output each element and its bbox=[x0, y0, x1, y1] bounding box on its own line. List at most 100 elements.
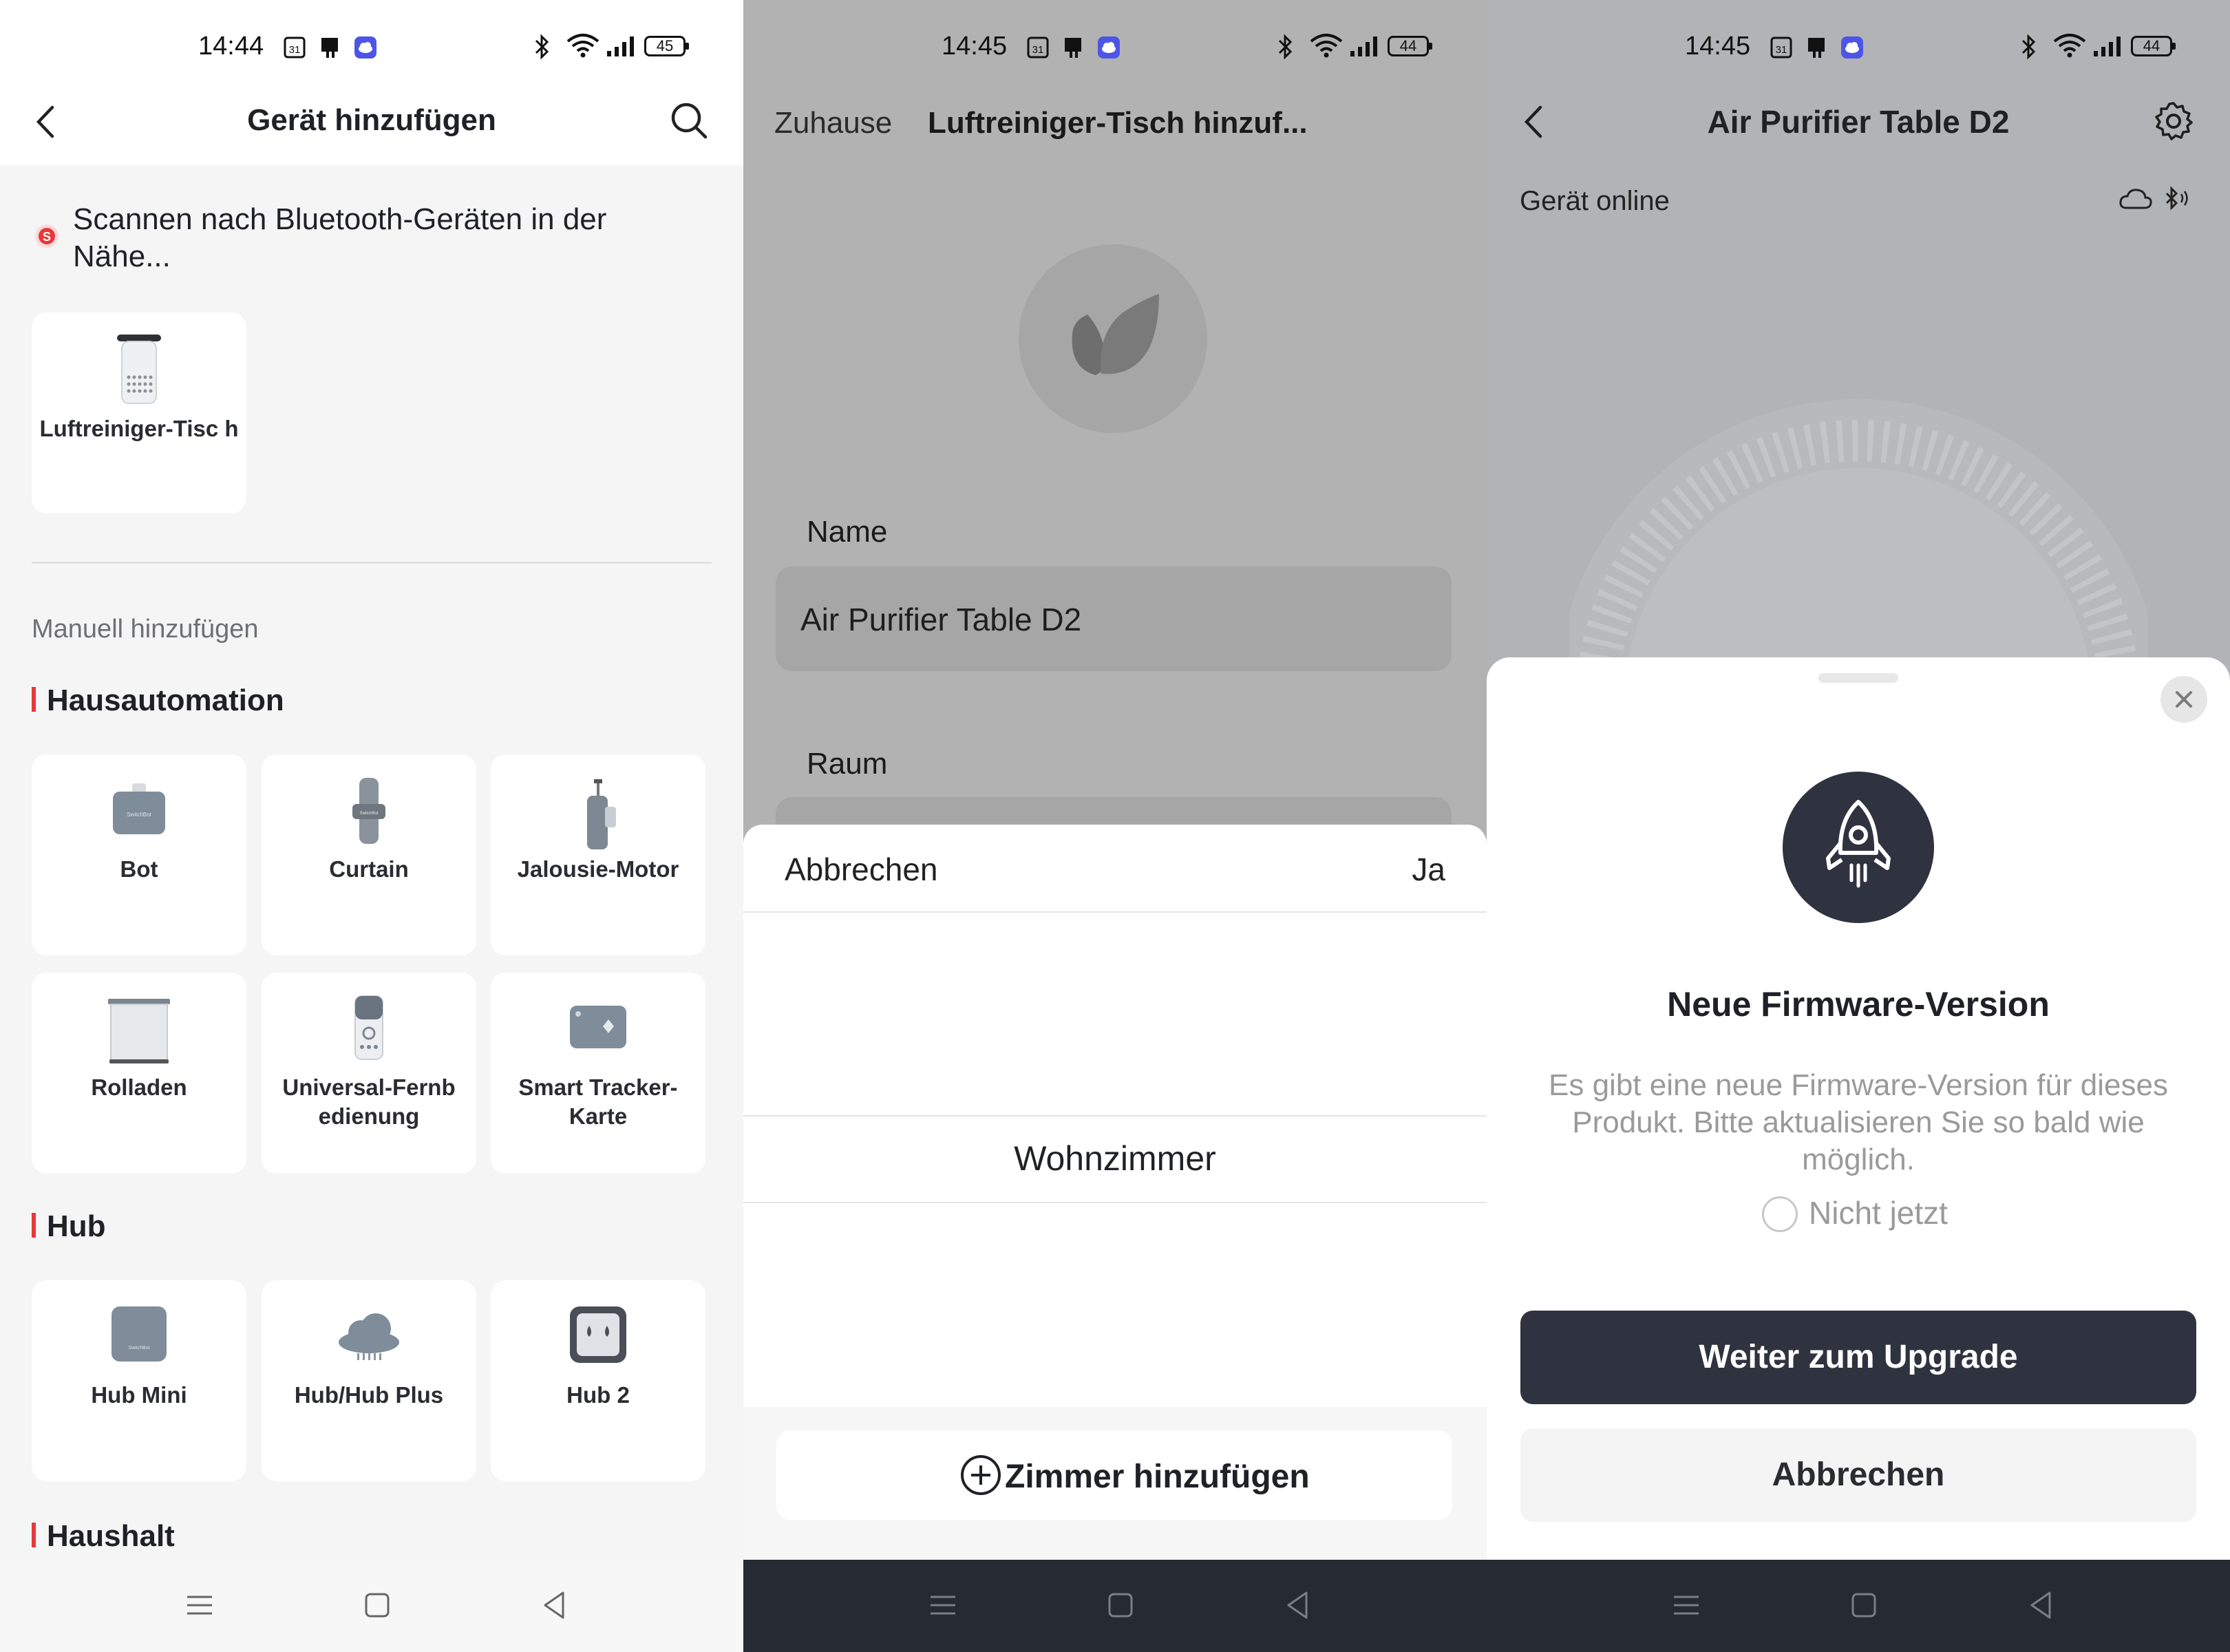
battery-indicator: 44 bbox=[2131, 36, 2176, 56]
device-card-hub-plus[interactable]: Hub/Hub Plus bbox=[262, 1280, 476, 1481]
battery-indicator: 45 bbox=[644, 36, 689, 56]
back-nav-icon[interactable] bbox=[1280, 1587, 1316, 1623]
section-household: Haushalt bbox=[32, 1519, 175, 1554]
status-bar: 14:45 31 44 bbox=[743, 0, 1487, 103]
screen-add-device: 14:44 31 45 Gerät hinzufügen S Scannen n… bbox=[0, 0, 743, 1652]
cancel-button[interactable]: Abbrechen bbox=[1520, 1428, 2196, 1522]
close-icon[interactable] bbox=[2160, 675, 2208, 723]
divider bbox=[743, 1115, 1487, 1116]
firmware-update-modal: Neue Firmware-Version Es gibt eine neue … bbox=[1487, 657, 2230, 1560]
system-nav-bar bbox=[1487, 1560, 2230, 1652]
room-label: Raum bbox=[807, 747, 888, 781]
home-icon[interactable] bbox=[1103, 1587, 1138, 1623]
sim-card-icon bbox=[1065, 38, 1081, 58]
upgrade-button[interactable]: Weiter zum Upgrade bbox=[1520, 1311, 2196, 1404]
page-title: Air Purifier Table D2 bbox=[1707, 104, 2010, 140]
device-card-roller-shade[interactable]: Rolladen bbox=[32, 973, 246, 1174]
roller-shade-icon bbox=[108, 999, 170, 1063]
divider bbox=[32, 562, 712, 564]
manual-label: Manuell hinzufügen bbox=[32, 615, 259, 644]
page-title: Gerät hinzufügen bbox=[247, 103, 496, 137]
purifier-dial-graphic bbox=[1569, 399, 2147, 661]
screen-device-firmware: 14:45 31 44 Air Purifier Table D2 Gerät … bbox=[1487, 0, 2230, 1652]
device-card-blind-motor[interactable]: Jalousie-Motor bbox=[491, 754, 705, 955]
room-option[interactable]: Wohnzimmer bbox=[743, 1139, 1487, 1178]
hub-mini-icon: SwitchBot bbox=[111, 1306, 167, 1362]
sim-card-icon bbox=[1808, 38, 1825, 58]
battery-level: 45 bbox=[644, 36, 686, 56]
wifi-icon bbox=[1310, 34, 1343, 58]
device-label: Jalousie-Motor bbox=[517, 856, 679, 882]
status-bar: 14:45 31 44 bbox=[1487, 0, 2230, 103]
calendar-icon: 31 bbox=[1770, 36, 1792, 59]
device-card-bot[interactable]: SwitchBot Bot bbox=[32, 754, 246, 955]
modal-body: Es gibt eine neue Firmware-Version für d… bbox=[1549, 1068, 2168, 1176]
back-nav-icon[interactable] bbox=[2024, 1587, 2059, 1623]
bluetooth-signal-icon bbox=[2165, 186, 2188, 211]
section-home-automation: Hausautomation bbox=[32, 684, 284, 718]
online-status: Gerät online bbox=[1520, 186, 1670, 216]
device-card-curtain[interactable]: SwitchBot Curtain bbox=[262, 754, 476, 955]
calendar-icon: 31 bbox=[284, 36, 306, 59]
wifi-icon bbox=[2053, 34, 2086, 58]
device-card-tracker[interactable]: Smart Tracker-Karte bbox=[491, 973, 705, 1174]
name-value: Air Purifier Table D2 bbox=[800, 602, 1082, 637]
menu-icon[interactable] bbox=[182, 1587, 217, 1623]
tracker-card-icon bbox=[570, 1006, 626, 1048]
name-field[interactable]: Air Purifier Table D2 bbox=[776, 566, 1452, 671]
cloud-app-icon bbox=[1098, 36, 1120, 59]
device-card-hub-2[interactable]: Hub 2 bbox=[491, 1280, 705, 1481]
svg-text:SwitchBot: SwitchBot bbox=[127, 812, 151, 818]
air-purifier-icon bbox=[117, 335, 161, 404]
device-label: Smart Tracker-Karte bbox=[518, 1074, 678, 1129]
device-label: Rolladen bbox=[91, 1074, 187, 1100]
svg-text:SwitchBot: SwitchBot bbox=[128, 1346, 149, 1351]
status-time: 14:45 bbox=[942, 32, 1008, 61]
device-card-remote[interactable]: Universal-Fernb edienung bbox=[262, 973, 476, 1174]
add-room-button[interactable]: Zimmer hinzufügen bbox=[776, 1430, 1452, 1520]
battery-level: 44 bbox=[1388, 36, 1429, 56]
page-title: Luftreiniger-Tisch hinzuf... bbox=[928, 106, 1308, 140]
home-icon[interactable] bbox=[359, 1587, 395, 1623]
three-screen-collage: 14:44 31 45 Gerät hinzufügen S Scannen n… bbox=[0, 0, 2230, 1652]
blind-motor-icon bbox=[587, 779, 616, 849]
device-label: Hub Mini bbox=[91, 1382, 187, 1408]
found-device-label: Luftreiniger-Tisc h bbox=[39, 416, 239, 441]
back-nav-icon[interactable] bbox=[537, 1587, 573, 1623]
scanning-icon: S bbox=[35, 224, 59, 248]
home-link[interactable]: Zuhause bbox=[774, 106, 892, 140]
search-icon[interactable] bbox=[669, 100, 710, 142]
rocket-icon bbox=[1783, 772, 1934, 923]
drag-handle[interactable] bbox=[1818, 673, 1898, 683]
bot-device-icon: SwitchBot bbox=[113, 783, 165, 834]
device-label: Hub 2 bbox=[566, 1382, 630, 1408]
divider bbox=[743, 1202, 1487, 1203]
device-label: Hub/Hub Plus bbox=[294, 1382, 444, 1408]
hub-plus-icon bbox=[339, 1313, 399, 1360]
hub-2-icon bbox=[570, 1306, 626, 1363]
cancel-button[interactable]: Abbrechen bbox=[785, 851, 938, 888]
cloud-app-icon bbox=[1841, 36, 1863, 59]
status-time: 14:44 bbox=[198, 32, 264, 61]
device-label: Bot bbox=[120, 856, 158, 882]
menu-icon[interactable] bbox=[925, 1587, 961, 1623]
cloud-app-icon bbox=[354, 36, 376, 59]
section-hub: Hub bbox=[32, 1209, 106, 1244]
battery-level: 44 bbox=[2131, 36, 2172, 56]
not-now-checkbox[interactable]: Nicht jetzt bbox=[1762, 1194, 1948, 1232]
battery-indicator: 44 bbox=[1388, 36, 1432, 56]
screen-name-device: 14:45 31 44 Zuhause Luftreiniger-Tisch h… bbox=[743, 0, 1487, 1652]
home-icon[interactable] bbox=[1846, 1587, 1882, 1623]
curtain-device-icon: SwitchBot bbox=[352, 778, 385, 844]
svg-text:31: 31 bbox=[1776, 44, 1787, 56]
confirm-button[interactable]: Ja bbox=[1412, 851, 1445, 888]
device-card-hub-mini[interactable]: SwitchBot Hub Mini bbox=[32, 1280, 246, 1481]
svg-text:S: S bbox=[43, 230, 51, 244]
scanning-text: Scannen nach Bluetooth-Geräten in der Nä… bbox=[73, 202, 607, 273]
menu-icon[interactable] bbox=[1668, 1587, 1704, 1623]
status-time: 14:45 bbox=[1685, 32, 1751, 61]
cloud-icon bbox=[2119, 189, 2152, 209]
svg-text:31: 31 bbox=[1032, 44, 1044, 56]
gear-icon[interactable] bbox=[2153, 100, 2194, 142]
found-device-card[interactable]: Luftreiniger-Tisc h bbox=[32, 313, 246, 513]
